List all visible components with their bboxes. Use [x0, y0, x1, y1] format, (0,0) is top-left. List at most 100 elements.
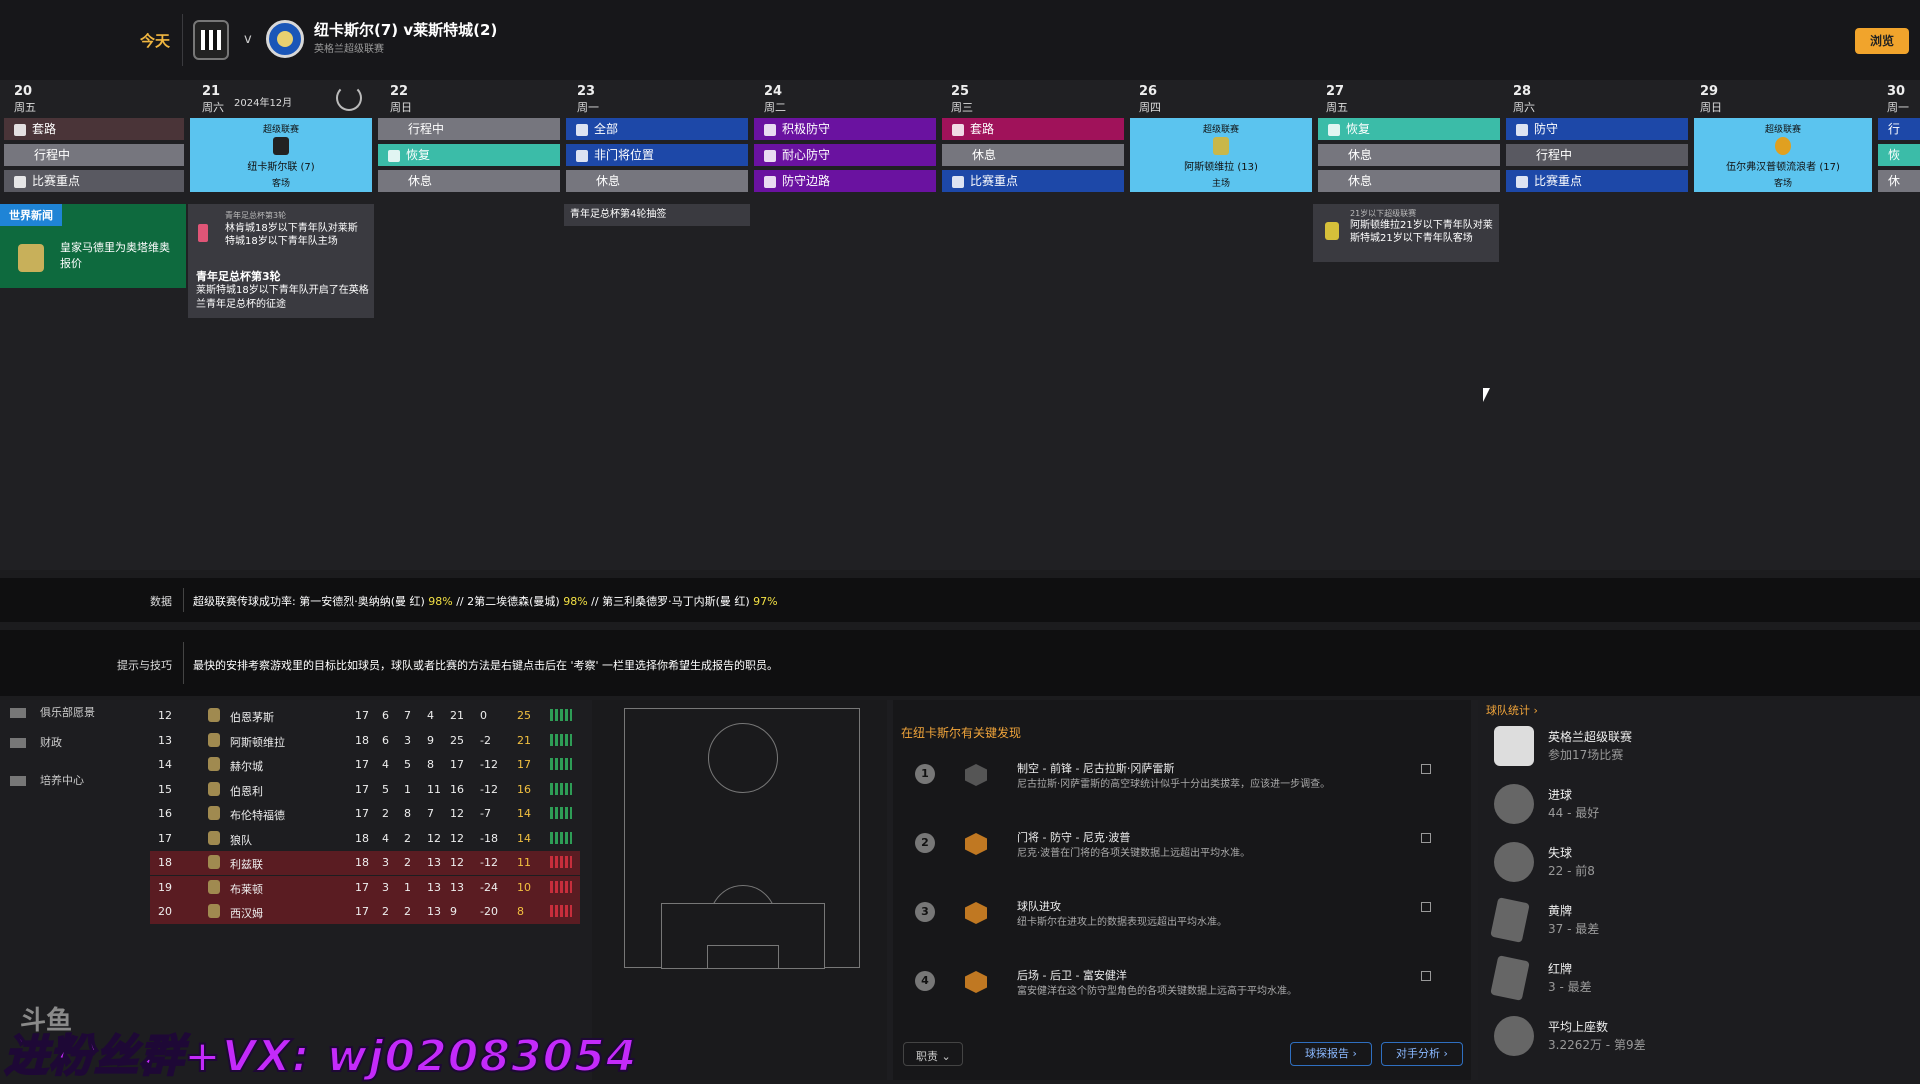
- table-cell-pts: 25: [517, 709, 531, 722]
- sidebar-item-development[interactable]: 培养中心: [10, 772, 84, 788]
- stat-item[interactable]: 黄牌 37 - 最差: [1484, 892, 1914, 948]
- training-slot[interactable]: 休息: [378, 170, 560, 192]
- badge-icon: [965, 971, 987, 993]
- table-cell-p: 17: [355, 758, 369, 771]
- table-row[interactable]: 20 西汉姆 17 2 2 13 9 -20 8: [150, 900, 580, 924]
- role-dropdown[interactable]: 职责 ⌄: [903, 1042, 963, 1066]
- finding-item[interactable]: 4 后场 - 后卫 - 富安健洋 富安健洋在这个防守型角色的各项关键数据上远高于平均…: [907, 955, 1447, 1013]
- table-cell-gf: 25: [450, 733, 464, 747]
- training-slot[interactable]: 防守边路: [754, 170, 936, 192]
- table-row[interactable]: 19 布莱顿 17 3 1 13 13 -24 10: [150, 875, 580, 900]
- day-header[interactable]: 25 周三: [951, 84, 973, 118]
- training-slot[interactable]: 全部: [566, 118, 748, 140]
- table-row[interactable]: 18 利兹联 18 3 2 13 12 -12 11: [150, 851, 580, 875]
- finding-item[interactable]: 1 制空 - 前锋 - 尼古拉斯·冈萨雷斯 尼古拉斯·冈萨雷斯的高空球统计似乎十分出…: [907, 748, 1447, 806]
- training-slot[interactable]: 比赛重点: [1506, 170, 1688, 192]
- refresh-icon[interactable]: [336, 85, 362, 111]
- finding-item[interactable]: 3 球队进攻 纽卡斯尔在进攻上的数据表现远超出平均水准。: [907, 886, 1447, 944]
- training-slot[interactable]: 行程中: [4, 144, 184, 166]
- day-header[interactable]: 20 周五: [14, 84, 36, 118]
- match-card[interactable]: 超级联赛 阿斯顿维拉 (13) 主场: [1130, 118, 1312, 192]
- player-icon: [576, 149, 588, 162]
- training-slot[interactable]: 比赛重点: [4, 170, 184, 192]
- event-card[interactable]: 21岁以下超级联赛 阿斯顿维拉21岁以下青年队对莱斯特城21岁以下青年队客场: [1313, 204, 1499, 262]
- training-slot[interactable]: 行程中: [378, 118, 560, 140]
- opposition-analysis-button[interactable]: 对手分析 ›: [1381, 1042, 1463, 1066]
- table-row[interactable]: 14 赫尔城 17 4 5 8 17 -12 17: [150, 753, 580, 777]
- table-cell-team[interactable]: 伯恩利: [230, 783, 263, 799]
- stat-item[interactable]: 平均上座数 3.2262万 - 第9差: [1484, 1008, 1914, 1064]
- continue-button[interactable]: 浏览: [1855, 28, 1909, 54]
- table-cell-team[interactable]: 布莱顿: [230, 881, 263, 897]
- training-slot[interactable]: 恢复: [1318, 118, 1500, 140]
- expand-icon[interactable]: [1421, 764, 1431, 774]
- table-cell-gf: 12: [450, 807, 464, 820]
- table-cell-gd: -12: [480, 782, 498, 796]
- stat-item[interactable]: 红牌 3 - 最差: [1484, 950, 1914, 1006]
- goals-scored-icon: [1494, 784, 1534, 824]
- table-cell-gd: -24: [480, 880, 498, 894]
- table-cell-team[interactable]: 利兹联: [230, 856, 263, 872]
- day-header[interactable]: 27 周五: [1326, 84, 1348, 118]
- training-slot[interactable]: 积极防守: [754, 118, 936, 140]
- day-header[interactable]: 29 周日: [1700, 84, 1722, 118]
- training-slot[interactable]: 休: [1878, 170, 1920, 192]
- match-card[interactable]: 超级联赛 纽卡斯尔联 (7) 客场: [190, 118, 372, 192]
- table-row[interactable]: 16 布伦特福德 17 2 8 7 12 -7 14: [150, 802, 580, 826]
- training-slot[interactable]: 休息: [942, 144, 1124, 166]
- day-header[interactable]: 22 周日: [390, 84, 412, 118]
- training-slot[interactable]: 防守: [1506, 118, 1688, 140]
- training-slot[interactable]: 行程中: [1506, 144, 1688, 166]
- sidebar-item-finances[interactable]: 财政: [10, 734, 62, 750]
- training-slot[interactable]: 恢复: [378, 144, 560, 166]
- table-cell-team[interactable]: 伯恩茅斯: [230, 709, 274, 725]
- match-title[interactable]: 纽卡斯尔(7) v莱斯特城(2): [314, 19, 497, 40]
- table-cell-team[interactable]: 布伦特福德: [230, 807, 285, 823]
- training-slot[interactable]: 休息: [1318, 170, 1500, 192]
- table-row[interactable]: 15 伯恩利 17 5 1 11 16 -12 16: [150, 778, 580, 802]
- table-cell-team[interactable]: 阿斯顿维拉: [230, 734, 285, 750]
- today-button[interactable]: 今天: [140, 30, 170, 51]
- stat-item[interactable]: 失球 22 - 前8: [1484, 834, 1914, 890]
- table-row[interactable]: 12 伯恩茅斯 17 6 7 4 21 0 25: [150, 704, 580, 728]
- versus-label: v: [244, 32, 252, 47]
- table-cell-team[interactable]: 赫尔城: [230, 758, 263, 774]
- finance-icon: [10, 738, 26, 748]
- training-slot[interactable]: 非门将位置: [566, 144, 748, 166]
- defending-icon: [764, 123, 776, 136]
- expand-icon[interactable]: [1421, 833, 1431, 843]
- event-card[interactable]: 青年足总杯第4轮抽签: [564, 204, 750, 226]
- day-header[interactable]: 21 周六: [202, 84, 224, 118]
- finding-item[interactable]: 2 门将 - 防守 - 尼克·波普 尼克·波普在门将的各项关键数据上远超出平均水准。: [907, 817, 1447, 875]
- training-slot[interactable]: 比赛重点: [942, 170, 1124, 192]
- day-header[interactable]: 28 周六: [1513, 84, 1535, 118]
- training-slot[interactable]: 耐心防守: [754, 144, 936, 166]
- table-cell-l: 7: [427, 807, 434, 820]
- stat-item[interactable]: 英格兰超级联赛 参加17场比赛: [1484, 718, 1914, 774]
- training-slot[interactable]: 行: [1878, 118, 1920, 140]
- event-card[interactable]: 青年足总杯第3轮 林肯城18岁以下青年队对莱斯特城18岁以下青年队主场 青年足总…: [188, 204, 374, 318]
- stat-item[interactable]: 进球 44 - 最好: [1484, 776, 1914, 832]
- finding-number: 1: [915, 764, 935, 784]
- event-fixture: 阿斯顿维拉21岁以下青年队对莱斯特城21岁以下青年队客场: [1350, 220, 1493, 244]
- match-card[interactable]: 超级联赛 伍尔弗汉普顿流浪者 (17) 客场: [1694, 118, 1872, 192]
- day-header[interactable]: 23 周一: [577, 84, 599, 118]
- table-cell-team[interactable]: 西汉姆: [230, 905, 263, 921]
- world-news-card[interactable]: 世界新闻 皇家马德里为奥塔维奥报价: [0, 204, 186, 288]
- table-row[interactable]: 13 阿斯顿维拉 18 6 3 9 25 -2 21: [150, 729, 580, 753]
- table-row[interactable]: 17 狼队 18 4 2 12 12 -18 14: [150, 827, 580, 851]
- training-slot[interactable]: 休息: [566, 170, 748, 192]
- training-slot[interactable]: 恢: [1878, 144, 1920, 166]
- training-slot[interactable]: 套路: [942, 118, 1124, 140]
- day-header[interactable]: 30 周一: [1887, 84, 1909, 118]
- sidebar-item-club-vision[interactable]: 俱乐部愿景: [10, 704, 95, 720]
- team-stats-title[interactable]: 球队统计 ›: [1486, 702, 1538, 718]
- training-slot[interactable]: 套路: [4, 118, 184, 140]
- table-cell-team[interactable]: 狼队: [230, 832, 252, 848]
- expand-icon[interactable]: [1421, 971, 1431, 981]
- expand-icon[interactable]: [1421, 902, 1431, 912]
- training-slot[interactable]: 休息: [1318, 144, 1500, 166]
- day-header[interactable]: 26 周四: [1139, 84, 1161, 118]
- day-header[interactable]: 24 周二: [764, 84, 786, 118]
- scout-report-button[interactable]: 球探报告 ›: [1290, 1042, 1372, 1066]
